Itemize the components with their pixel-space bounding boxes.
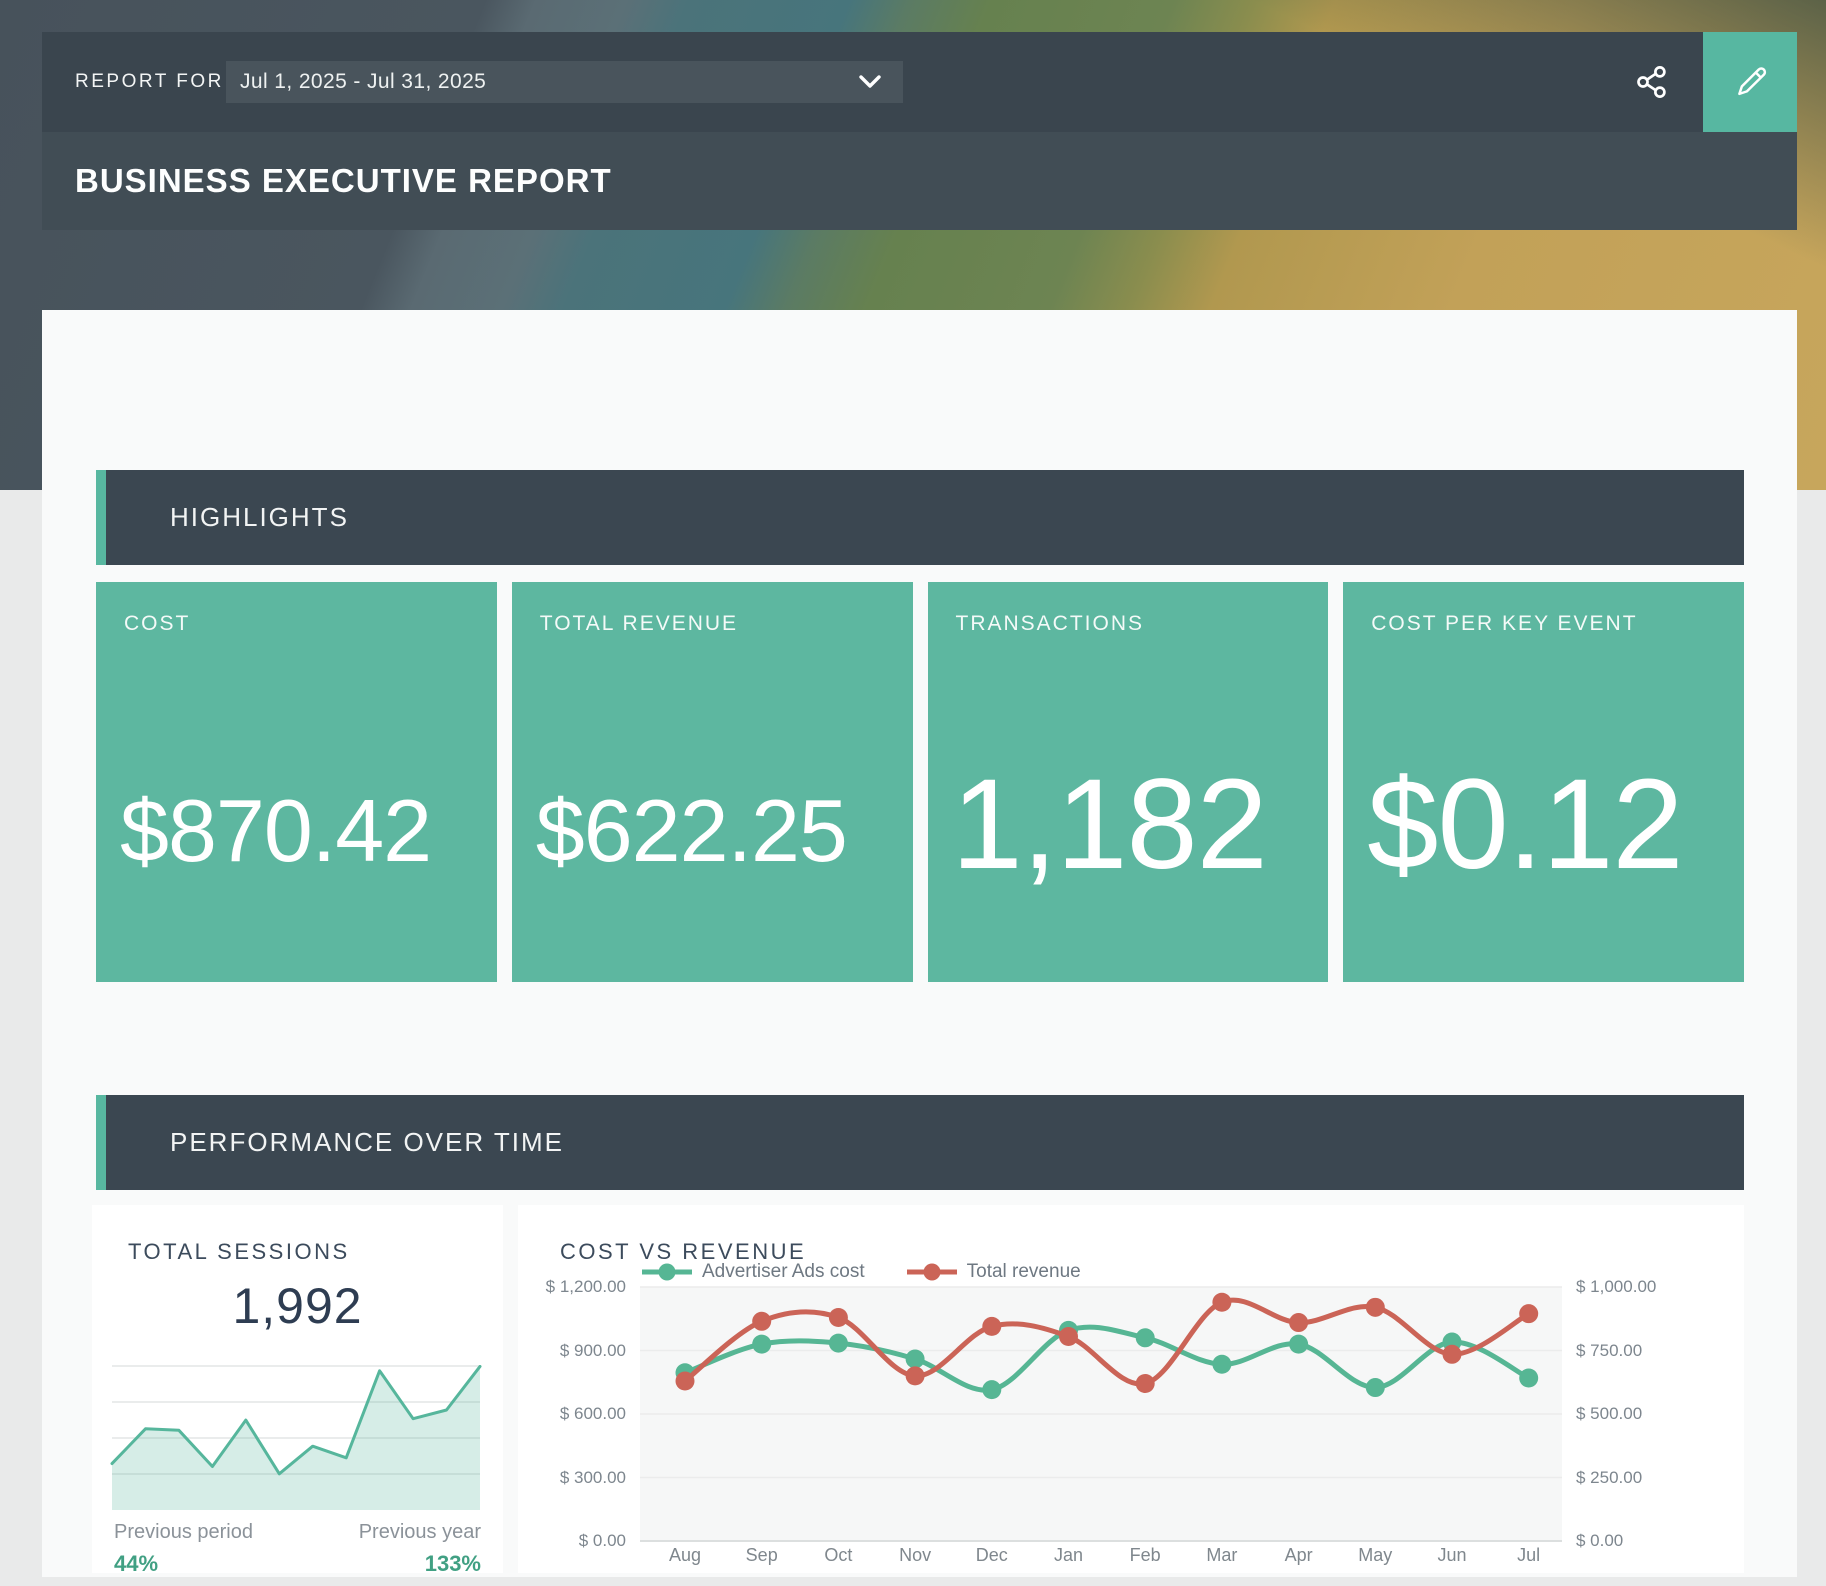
- total-sessions-value: 1,992: [92, 1277, 503, 1335]
- metric-label: TOTAL REVENUE: [540, 612, 738, 636]
- x-axis-month-label: Feb: [1110, 1545, 1180, 1566]
- share-icon: [1634, 64, 1670, 100]
- previous-year-value: 133%: [425, 1551, 481, 1577]
- x-axis-month-label: Mar: [1187, 1545, 1257, 1566]
- metric-value: 1,182: [952, 767, 1267, 882]
- chevron-down-icon: [859, 75, 881, 89]
- sessions-sparkline-chart: [92, 1365, 503, 1511]
- highlight-cards: COST $870.42 TOTAL REVENUE $622.25 TRANS…: [96, 582, 1744, 982]
- cost-vs-revenue-panel: COST VS REVENUE Advertiser Ads cost Tota…: [518, 1205, 1744, 1573]
- metric-label: TRANSACTIONS: [956, 612, 1145, 636]
- page-title: BUSINESS EXECUTIVE REPORT: [75, 162, 612, 200]
- date-range-dropdown[interactable]: Jul 1, 2025 - Jul 31, 2025: [226, 61, 903, 103]
- report-for-label: REPORT FOR: [75, 32, 224, 132]
- total-sessions-panel: TOTAL SESSIONS 1,992 Previous period 44%…: [92, 1205, 503, 1573]
- right-axis-tick: $ 500.00: [1576, 1402, 1726, 1426]
- total-sessions-title: TOTAL SESSIONS: [128, 1239, 350, 1265]
- right-axis-tick: $ 750.00: [1576, 1339, 1726, 1363]
- metric-label: COST PER KEY EVENT: [1371, 612, 1637, 636]
- performance-section-title: PERFORMANCE OVER TIME: [170, 1127, 564, 1158]
- metric-value: $0.12: [1367, 767, 1682, 882]
- highlight-card-total-revenue: TOTAL REVENUE $622.25: [512, 582, 913, 982]
- left-axis-tick: $ 900.00: [518, 1339, 626, 1363]
- x-axis-month-label: May: [1340, 1545, 1410, 1566]
- x-axis-month-label: Jan: [1034, 1545, 1104, 1566]
- metric-value: $622.25: [536, 791, 847, 870]
- x-axis-month-label: Apr: [1264, 1545, 1334, 1566]
- x-axis-month-label: Sep: [727, 1545, 797, 1566]
- title-bar: BUSINESS EXECUTIVE REPORT: [42, 132, 1797, 230]
- share-button[interactable]: [1620, 32, 1684, 132]
- top-bar: REPORT FOR Jul 1, 2025 - Jul 31, 2025: [42, 32, 1797, 132]
- previous-period-label: Previous period: [114, 1521, 253, 1544]
- left-axis-tick: $ 600.00: [518, 1402, 626, 1426]
- left-axis-tick: $ 1,200.00: [518, 1275, 626, 1299]
- x-axis-month-label: Jul: [1494, 1545, 1564, 1566]
- highlight-card-cost: COST $870.42: [96, 582, 497, 982]
- edit-report-button[interactable]: [1703, 32, 1797, 132]
- cost-vs-revenue-chart: [518, 1205, 1744, 1573]
- x-axis-month-label: Nov: [880, 1545, 950, 1566]
- performance-section-header: PERFORMANCE OVER TIME: [96, 1095, 1744, 1190]
- highlights-section-header: HIGHLIGHTS: [96, 470, 1744, 565]
- right-axis-tick: $ 250.00: [1576, 1466, 1726, 1490]
- right-axis-tick: $ 1,000.00: [1576, 1275, 1726, 1299]
- highlight-card-cost-per-key-event: COST PER KEY EVENT $0.12: [1343, 582, 1744, 982]
- metric-value: $870.42: [120, 791, 431, 870]
- report-body-card: HIGHLIGHTS COST $870.42 TOTAL REVENUE $6…: [42, 310, 1797, 1577]
- x-axis-month-label: Oct: [803, 1545, 873, 1566]
- metric-label: COST: [124, 612, 190, 636]
- left-axis-tick: $ 0.00: [518, 1529, 626, 1553]
- highlight-card-transactions: TRANSACTIONS 1,182: [928, 582, 1329, 982]
- right-axis-tick: $ 0.00: [1576, 1529, 1726, 1553]
- pencil-icon: [1730, 62, 1770, 102]
- x-axis-month-label: Aug: [650, 1545, 720, 1566]
- previous-year-label: Previous year: [359, 1521, 481, 1544]
- date-range-value: Jul 1, 2025 - Jul 31, 2025: [240, 70, 486, 94]
- x-axis-month-label: Jun: [1417, 1545, 1487, 1566]
- report-page: REPORT FOR Jul 1, 2025 - Jul 31, 2025: [0, 0, 1826, 1586]
- left-axis-tick: $ 300.00: [518, 1466, 626, 1490]
- highlights-section-title: HIGHLIGHTS: [170, 502, 349, 533]
- previous-period-value: 44%: [114, 1551, 158, 1577]
- x-axis-month-label: Dec: [957, 1545, 1027, 1566]
